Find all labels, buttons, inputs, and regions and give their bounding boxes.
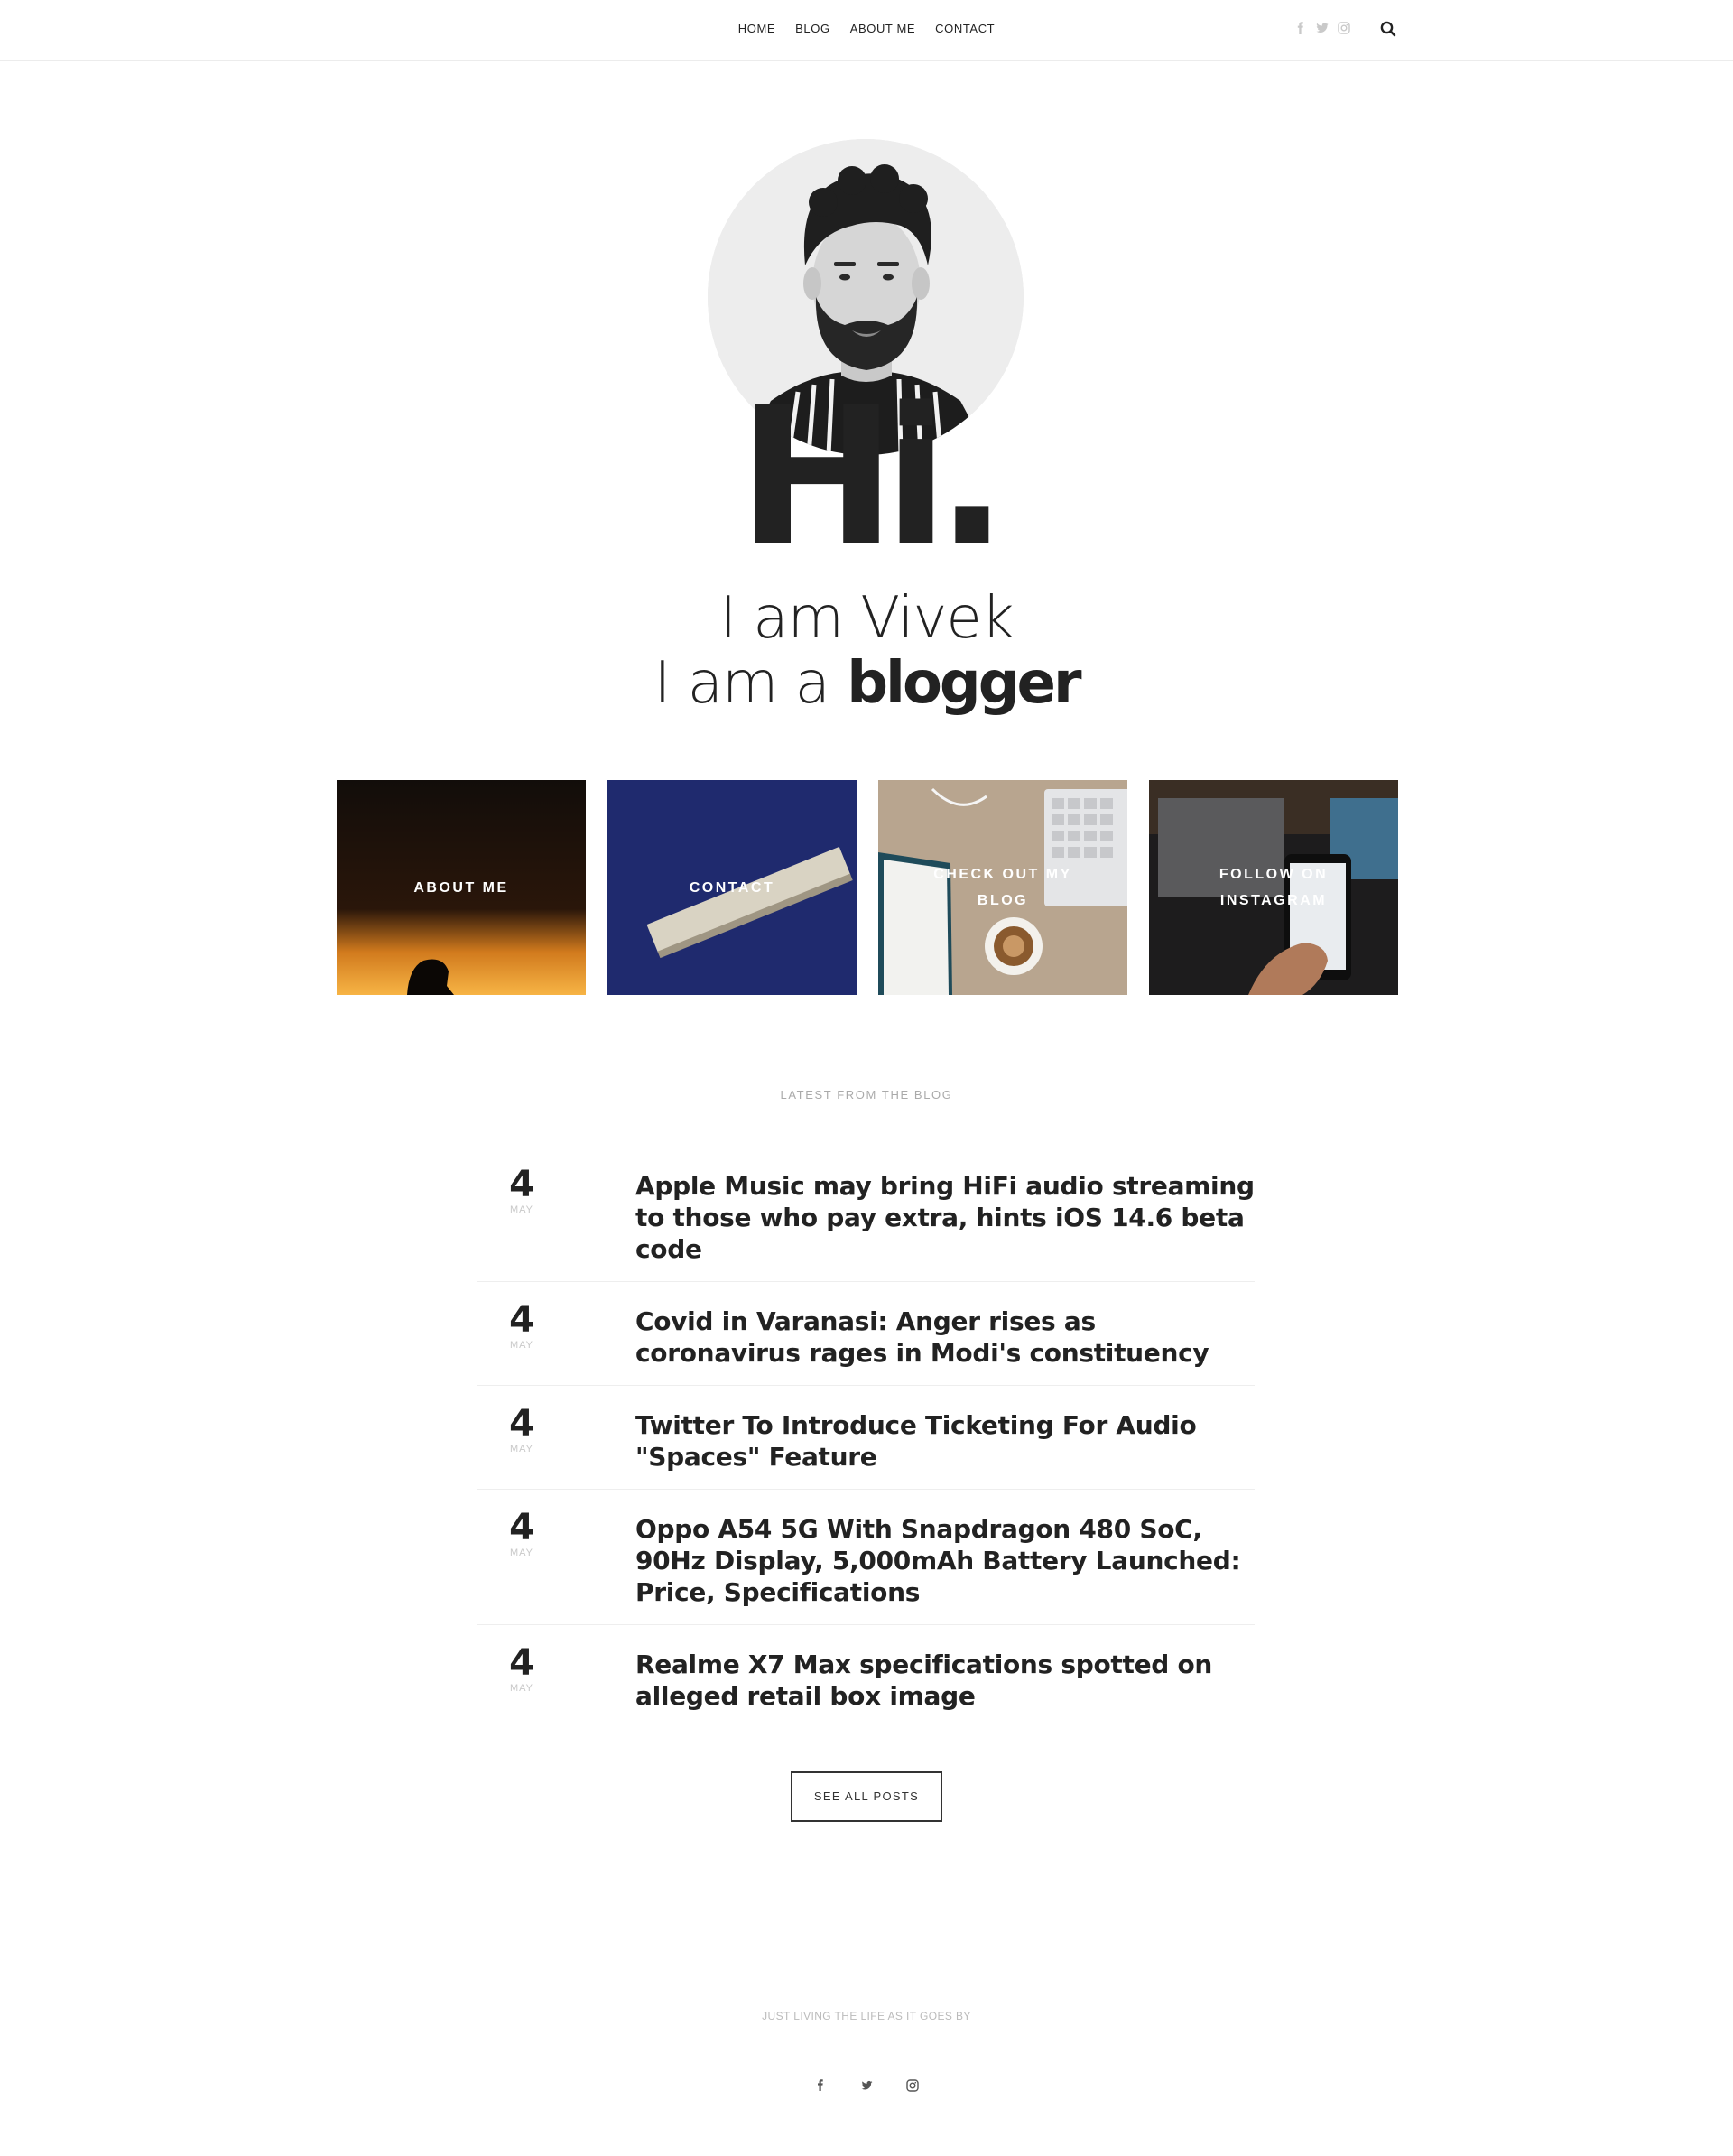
twitter-icon[interactable]: [1316, 22, 1329, 34]
post-day: 4: [509, 1642, 534, 1684]
post-list: 4 MAY Apple Music may bring HiFi audio s…: [477, 1147, 1255, 1728]
tile-blog-label: CHECK OUT MY BLOG: [933, 867, 1072, 908]
post-item[interactable]: 4 MAY Twitter To Introduce Ticketing For…: [477, 1386, 1255, 1490]
post-date: 4 MAY: [495, 1406, 549, 1454]
main-nav: HOME BLOG ABOUT ME CONTACT: [0, 22, 1733, 35]
post-item[interactable]: 4 MAY Covid in Varanasi: Anger rises as …: [477, 1282, 1255, 1386]
post-title[interactable]: Realme X7 Max specifications spotted on …: [635, 1625, 1255, 1728]
hero-role-line: I am a blogger: [0, 650, 1733, 717]
footer-social-links: [0, 2077, 1733, 2095]
post-date: 4 MAY: [495, 1302, 549, 1351]
latest-heading: LATEST FROM THE BLOG: [780, 1088, 953, 1101]
facebook-icon[interactable]: [1294, 22, 1307, 34]
post-day: 4: [509, 1164, 534, 1205]
post-date: 4 MAY: [495, 1166, 549, 1215]
post-title[interactable]: Oppo A54 5G With Snapdragon 480 SoC, 90H…: [635, 1490, 1255, 1624]
see-all-posts-button[interactable]: SEE ALL POSTS: [791, 1771, 942, 1822]
tile-blog[interactable]: CHECK OUT MY BLOG: [878, 780, 1127, 995]
twitter-icon[interactable]: [857, 2077, 876, 2095]
header-social-links: [1294, 22, 1350, 34]
facebook-icon[interactable]: [811, 2077, 829, 2095]
tile-contact-label: CONTACT: [689, 879, 775, 896]
post-day: 4: [509, 1299, 534, 1341]
tile-instagram-label: FOLLOW ON INSTAGRAM: [1219, 867, 1329, 908]
hero-name-line: I am Vivek: [719, 585, 1015, 652]
post-month: MAY: [509, 1683, 534, 1694]
hero-role-bold: blogger: [847, 650, 1081, 717]
nav-home[interactable]: HOME: [738, 22, 775, 35]
footer-tagline: JUST LIVING THE LIFE AS IT GOES BY: [762, 2010, 971, 2022]
tile-instagram[interactable]: FOLLOW ON INSTAGRAM: [1149, 780, 1398, 995]
feature-tiles: ABOUT ME CONTACT CHECK OUT MY BLOG FOLLO…: [337, 780, 1398, 995]
post-item[interactable]: 4 MAY Oppo A54 5G With Snapdragon 480 So…: [477, 1490, 1255, 1625]
tile-about-me[interactable]: ABOUT ME: [337, 780, 586, 995]
post-date: 4 MAY: [495, 1645, 549, 1694]
post-item[interactable]: 4 MAY Apple Music may bring HiFi audio s…: [477, 1147, 1255, 1282]
post-title[interactable]: Apple Music may bring HiFi audio streami…: [635, 1147, 1255, 1281]
nav-blog[interactable]: BLOG: [795, 22, 830, 35]
post-title[interactable]: Covid in Varanasi: Anger rises as corona…: [635, 1282, 1255, 1385]
tile-contact[interactable]: CONTACT: [607, 780, 857, 995]
post-day: 4: [509, 1403, 534, 1445]
hero-role-prefix: I am a: [653, 650, 848, 717]
post-month: MAY: [509, 1204, 534, 1215]
instagram-icon[interactable]: [1338, 22, 1350, 34]
top-bar: HOME BLOG ABOUT ME CONTACT: [0, 0, 1733, 61]
nav-about-me[interactable]: ABOUT ME: [850, 22, 915, 35]
search-icon[interactable]: [1379, 20, 1397, 38]
post-month: MAY: [509, 1444, 534, 1454]
post-title[interactable]: Twitter To Introduce Ticketing For Audio…: [635, 1386, 1255, 1489]
post-month: MAY: [509, 1340, 534, 1351]
post-item[interactable]: 4 MAY Realme X7 Max specifications spott…: [477, 1625, 1255, 1728]
hero-greeting: Hi.: [737, 367, 1008, 588]
nav-contact[interactable]: CONTACT: [935, 22, 995, 35]
post-day: 4: [509, 1507, 534, 1548]
tile-about-me-label: ABOUT ME: [413, 879, 509, 896]
post-date: 4 MAY: [495, 1510, 549, 1558]
post-month: MAY: [509, 1547, 534, 1558]
instagram-icon[interactable]: [904, 2077, 922, 2095]
